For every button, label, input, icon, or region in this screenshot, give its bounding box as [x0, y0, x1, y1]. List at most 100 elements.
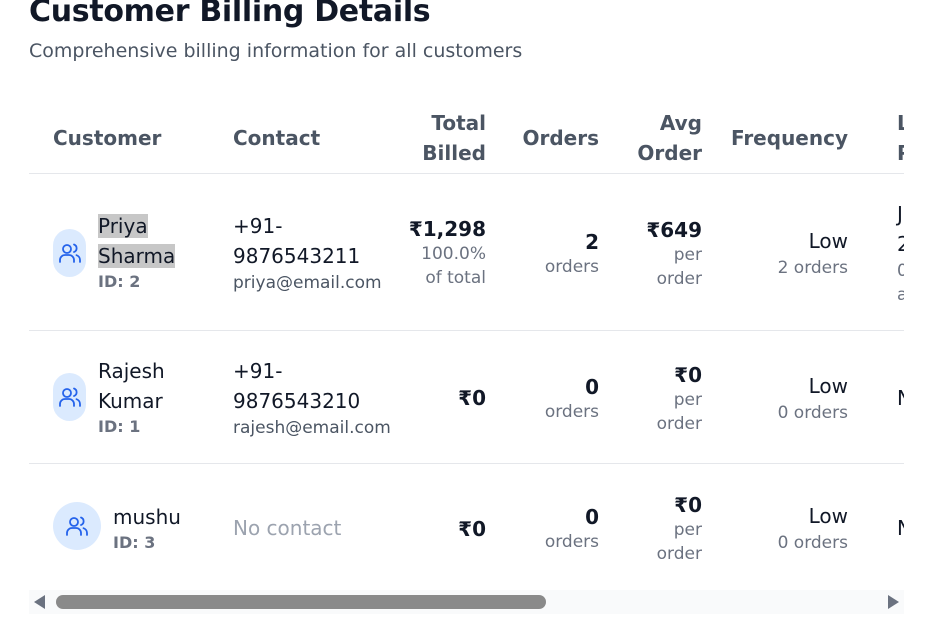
triangle-left-icon[interactable] [34, 595, 45, 609]
avg-order-per: per [673, 390, 702, 410]
avg-order-per: per [673, 245, 702, 265]
avg-order-per: per [673, 520, 702, 540]
customer-cell: Rajesh Kumar ID: 1 [98, 356, 165, 438]
orders-count: 2 [585, 230, 599, 254]
contact-phone-line2: 9876543210 [233, 389, 361, 413]
frequency-orders: 0 orders [777, 403, 848, 423]
column-header-total-line2: Billed [422, 141, 486, 165]
last-payment-cell: J 2 0 a [897, 199, 904, 307]
column-header-avg-line1: Avg [659, 111, 702, 135]
customer-id: ID: 1 [98, 417, 141, 436]
avatar [53, 373, 86, 421]
total-billed-cell: ₹0 [386, 516, 486, 542]
table-row[interactable]: Rajesh Kumar ID: 1 +91- 9876543210 rajes… [29, 331, 904, 464]
horizontal-scrollbar[interactable] [29, 590, 904, 614]
users-icon [66, 516, 88, 536]
last-payment-cell: N [897, 513, 904, 543]
frequency-value: Low [808, 374, 848, 398]
frequency-value: Low [808, 504, 848, 528]
last-payment-cell: N [897, 383, 904, 413]
orders-label: orders [544, 532, 599, 552]
avatar [53, 502, 101, 550]
customer-name-line1: Priya [98, 214, 148, 238]
table-row[interactable]: Priya Sharma ID: 2 +91- 9876543211 priya… [29, 174, 904, 331]
avg-order-value: ₹649 [646, 218, 702, 242]
contact-phone-line2: 9876543211 [233, 244, 361, 268]
total-billed-value: ₹1,298 [408, 217, 486, 241]
customer-name[interactable]: Rajesh Kumar [98, 356, 165, 416]
billing-table: Customer Contact Total Billed Orders Avg… [29, 92, 904, 587]
contact-cell: No contact [233, 513, 341, 543]
customer-id: ID: 3 [113, 533, 156, 552]
page-title: Customer Billing Details [29, 0, 431, 29]
orders-cell: 2 orders [499, 229, 599, 279]
avg-order-cell: ₹0 per order [602, 492, 702, 566]
last-payment-line1: N [897, 513, 904, 543]
customer-name-line1: Rajesh [98, 359, 165, 383]
column-header-avg-line2: Order [637, 141, 702, 165]
avg-order-order: order [656, 269, 702, 289]
orders-cell: 0 orders [499, 504, 599, 554]
last-payment-line3: 0 [897, 261, 904, 281]
avg-order-value: ₹0 [674, 493, 702, 517]
frequency-value: Low [808, 229, 848, 253]
avg-order-value: ₹0 [674, 363, 702, 387]
column-header-customer[interactable]: Customer [53, 123, 161, 153]
table-header-row: Customer Contact Total Billed Orders Avg… [29, 92, 904, 174]
frequency-cell: Low 2 orders [709, 226, 848, 280]
last-payment-line2: 2 [897, 232, 904, 256]
customer-cell: mushu ID: 3 [113, 502, 181, 554]
users-icon [58, 387, 81, 407]
customer-cell: Priya Sharma ID: 2 [98, 211, 176, 293]
frequency-orders: 2 orders [777, 258, 848, 278]
triangle-right-icon[interactable] [888, 595, 899, 609]
customer-name[interactable]: Priya Sharma [98, 211, 176, 271]
contact-email[interactable]: rajesh@email.com [233, 416, 391, 440]
avg-order-cell: ₹0 per order [602, 362, 702, 436]
total-billed-of-total: of total [425, 268, 486, 288]
orders-label: orders [544, 257, 599, 277]
contact-phone-line1: +91- [233, 359, 283, 383]
total-billed-percent: 100.0% [421, 244, 486, 264]
column-header-avg-order[interactable]: Avg Order [602, 108, 702, 168]
page-subtitle: Comprehensive billing information for al… [29, 40, 523, 62]
avatar [53, 229, 86, 277]
contact-cell: +91- 9876543210 rajesh@email.com [233, 356, 391, 440]
last-payment-line1: J [897, 202, 903, 226]
column-header-last-payment[interactable]: L P [897, 108, 904, 168]
users-icon [58, 243, 81, 263]
orders-count: 0 [585, 505, 599, 529]
contact-cell: +91- 9876543211 priya@email.com [233, 211, 382, 295]
column-header-contact[interactable]: Contact [233, 123, 320, 153]
column-header-total-billed[interactable]: Total Billed [386, 108, 486, 168]
contact-phone-line1: +91- [233, 214, 283, 238]
orders-label: orders [544, 402, 599, 422]
column-header-frequency[interactable]: Frequency [709, 123, 848, 153]
column-header-total-line1: Total [431, 111, 486, 135]
orders-cell: 0 orders [499, 374, 599, 424]
total-billed-cell: ₹0 [386, 385, 486, 411]
frequency-orders: 0 orders [777, 533, 848, 553]
avg-order-cell: ₹649 per order [602, 217, 702, 291]
total-billed-value: ₹0 [458, 386, 486, 410]
column-header-orders[interactable]: Orders [499, 123, 599, 153]
contact-email[interactable]: priya@email.com [233, 271, 382, 295]
customer-name-line2: Kumar [98, 389, 163, 413]
scrollbar-thumb[interactable] [56, 595, 546, 609]
customer-id: ID: 2 [98, 272, 141, 291]
frequency-cell: Low 0 orders [709, 371, 848, 425]
customer-name[interactable]: mushu [113, 502, 181, 532]
frequency-cell: Low 0 orders [709, 501, 848, 555]
total-billed-value: ₹0 [458, 517, 486, 541]
table-row[interactable]: mushu ID: 3 No contact ₹0 0 orders ₹0 pe… [29, 464, 904, 587]
last-payment-line4: a [897, 285, 904, 305]
column-header-last-line1: L [897, 111, 904, 135]
orders-count: 0 [585, 375, 599, 399]
last-payment-line1: N [897, 383, 904, 413]
avg-order-order: order [656, 544, 702, 564]
avg-order-order: order [656, 414, 702, 434]
customer-name-line2: Sharma [98, 244, 176, 268]
column-header-last-line2: P [897, 138, 904, 168]
total-billed-cell: ₹1,298 100.0% of total [386, 216, 486, 290]
no-contact-text: No contact [233, 516, 342, 540]
